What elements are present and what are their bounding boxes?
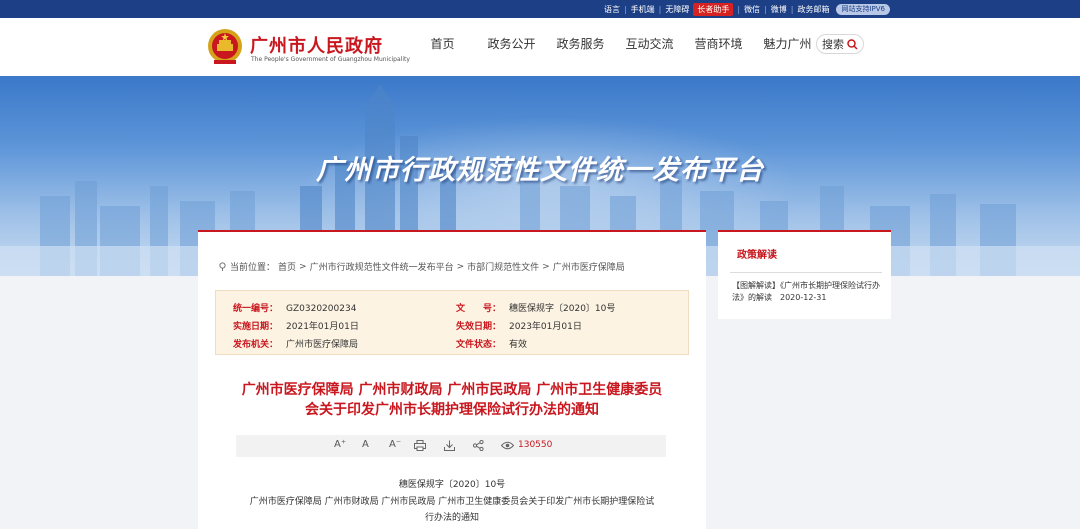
meta-document-number: 文 号： 穗医保规字〔2020〕10号 xyxy=(456,304,616,314)
top-utility-bar: 语言 | 手机端 | 无障碍 长者助手 | 微信 | 微博 | 政务邮箱 网站支… xyxy=(0,0,1080,18)
meta-expiry-date: 失效日期： 2023年01月01日 xyxy=(456,322,582,332)
elder-assistant-button[interactable]: 长者助手 xyxy=(693,2,734,16)
email-link[interactable]: 政务邮箱 xyxy=(797,4,829,15)
document-title-line-1: 广州市医疗保障局 广州市财政局 广州市民政局 广州市卫生健康委员 xyxy=(241,382,663,398)
breadcrumb: 当前位置： 首页 > 广州市行政规范性文件统一发布平台 > 市部门规范性文件 >… xyxy=(218,260,625,273)
document-title: 广州市医疗保障局 广州市财政局 广州市民政局 广州市卫生健康委员 会关于印发广州… xyxy=(198,380,706,420)
download-icon[interactable] xyxy=(444,440,455,451)
reading-toolbar: A⁺ A A⁻ 130550 xyxy=(236,435,666,457)
font-normal-button[interactable]: A xyxy=(362,439,369,450)
breadcrumb-medical-security-bureau[interactable]: 广州市医疗保障局 xyxy=(553,260,625,273)
utility-links: 语言 | 手机端 | 无障碍 长者助手 | 微信 | 微博 | 政务邮箱 网站支… xyxy=(604,0,890,18)
document-title-line-2: 会关于印发广州市长期护理保险试行办法的通知 xyxy=(305,402,599,418)
breadcrumb-prefix: 当前位置： xyxy=(230,263,276,273)
meta-issuing-authority: 发布机关： 广州市医疗保障局 xyxy=(233,340,359,350)
accessibility-link[interactable]: 无障碍 xyxy=(665,4,689,15)
document-body-line-2: 行办法的通知 xyxy=(424,513,479,523)
main-nav: 首页 政务公开 政务服务 互动交流 营商环境 魅力广州 xyxy=(408,36,822,52)
breadcrumb-department-docs[interactable]: 市部门规范性文件 xyxy=(467,260,539,273)
site-header: 广州市人民政府 The People's Government of Guang… xyxy=(0,18,1080,76)
nav-interaction[interactable]: 互动交流 xyxy=(615,36,684,52)
policy-interpretation-title: 政策解读 xyxy=(737,250,777,261)
meta-unified-number: 统一编号： GZ0320200234 xyxy=(233,304,357,314)
document-panel: 当前位置： 首页 > 广州市行政规范性文件统一发布平台 > 市部门规范性文件 >… xyxy=(198,230,706,529)
location-icon xyxy=(219,262,226,271)
site-subtitle: The People's Government of Guangzhou Mun… xyxy=(251,56,410,63)
share-icon[interactable] xyxy=(473,440,484,451)
separator: | xyxy=(737,4,741,14)
print-icon[interactable] xyxy=(414,440,426,451)
search-label: 搜索 xyxy=(822,38,844,51)
breadcrumb-platform[interactable]: 广州市行政规范性文件统一发布平台 xyxy=(310,260,454,273)
document-body-line-1: 广州市医疗保障局 广州市财政局 广州市民政局 广州市卫生健康委员会关于印发广州市… xyxy=(249,497,655,507)
breadcrumb-separator: > xyxy=(456,261,465,272)
breadcrumb-separator: > xyxy=(299,261,307,272)
nav-charm-guangzhou[interactable]: 魅力广州 xyxy=(753,36,822,52)
separator: | xyxy=(658,4,662,14)
view-count: 130550 xyxy=(518,440,553,450)
separator: | xyxy=(764,4,767,14)
eye-icon xyxy=(501,441,514,450)
search-icon xyxy=(847,38,858,50)
nav-home[interactable]: 首页 xyxy=(408,36,477,52)
search-button[interactable]: 搜索 xyxy=(816,34,864,54)
mobile-link[interactable]: 手机端 xyxy=(631,4,655,15)
separator: | xyxy=(790,4,794,14)
font-smaller-button[interactable]: A⁻ xyxy=(389,439,401,450)
nav-business-environment[interactable]: 营商环境 xyxy=(684,36,753,52)
weibo-link[interactable]: 微博 xyxy=(771,4,787,15)
language-link[interactable]: 语言 xyxy=(604,4,620,15)
divider xyxy=(730,272,882,273)
meta-document-status: 文件状态： 有效 xyxy=(456,340,528,350)
nav-gov-services[interactable]: 政务服务 xyxy=(546,36,615,52)
site-title[interactable]: 广州市人民政府 xyxy=(250,32,383,58)
wechat-link[interactable]: 微信 xyxy=(744,4,760,15)
breadcrumb-separator: > xyxy=(542,261,550,272)
ipv6-badge: 网站支持IPV6 xyxy=(836,3,890,15)
national-emblem-icon[interactable] xyxy=(206,27,244,67)
font-larger-button[interactable]: A⁺ xyxy=(334,439,346,450)
policy-interpretation-link[interactable]: 【图解解读】《广州市长期护理保险试行办法》的解读 2020-12-31 xyxy=(732,280,880,304)
banner-title: 广州市行政规范性文件统一发布平台 xyxy=(316,155,764,186)
separator: | xyxy=(623,4,627,14)
document-metadata-box: 统一编号： GZ0320200234 文 号： 穗医保规字〔2020〕10号 实施日… xyxy=(215,290,689,355)
meta-effective-date: 实施日期： 2021年01月01日 xyxy=(233,322,359,332)
document-reference-number: 穗医保规字〔2020〕10号 xyxy=(398,480,506,490)
nav-gov-affairs-open[interactable]: 政务公开 xyxy=(477,36,546,52)
breadcrumb-home[interactable]: 首页 xyxy=(278,260,296,273)
policy-interpretation-panel: 政策解读 【图解解读】《广州市长期护理保险试行办法》的解读 2020-12-31 xyxy=(718,230,891,319)
